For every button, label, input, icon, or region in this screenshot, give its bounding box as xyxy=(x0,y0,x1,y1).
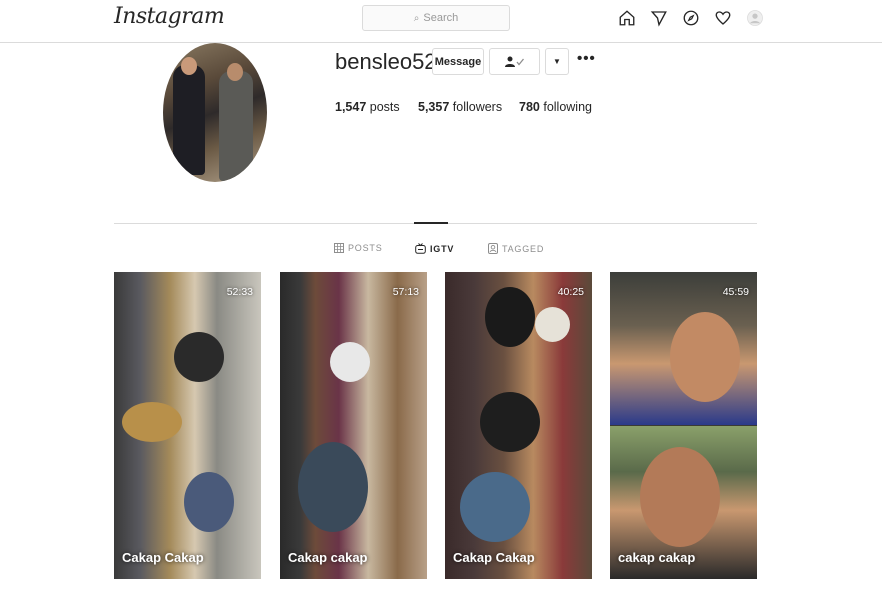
thumbnail-face xyxy=(640,447,720,547)
thumbnail-figure xyxy=(330,342,370,382)
thumbnail-figure xyxy=(122,402,182,442)
thumbnail-face xyxy=(670,312,740,402)
posts-count[interactable]: 1,547 posts xyxy=(335,100,400,114)
direct-icon[interactable] xyxy=(648,7,670,29)
explore-icon[interactable] xyxy=(680,7,702,29)
search-input[interactable]: ⌕ Search xyxy=(362,5,510,31)
activity-heart-icon[interactable] xyxy=(712,7,734,29)
igtv-video-thumbnail[interactable]: 45:59 cakap cakap xyxy=(610,272,757,579)
photo-person-left-head xyxy=(181,57,197,75)
photo-person-left xyxy=(173,65,205,175)
thumbnail-figure xyxy=(535,307,570,342)
following-count[interactable]: 780 following xyxy=(519,100,592,114)
igtv-video-thumbnail[interactable]: 57:13 Cakap cakap xyxy=(280,272,427,579)
thumbnail-figure xyxy=(460,472,530,542)
active-tab-indicator xyxy=(414,222,448,224)
video-duration: 52:33 xyxy=(226,286,253,298)
chevron-down-icon: ▼ xyxy=(553,57,561,66)
followers-count[interactable]: 5,357 followers xyxy=(418,100,502,114)
nav-icon-group xyxy=(616,6,766,30)
video-title: Cakap cakap xyxy=(288,550,368,565)
thumbnail-figure xyxy=(174,332,224,382)
profile-username: bensleo52 xyxy=(335,49,437,74)
video-title: cakap cakap xyxy=(618,550,696,565)
top-navigation-bar: Instagram ⌕ Search xyxy=(0,0,882,43)
suggested-dropdown-button[interactable]: ▼ xyxy=(545,48,569,75)
following-button[interactable] xyxy=(489,48,540,75)
message-button[interactable]: Message xyxy=(432,48,484,75)
tab-igtv[interactable]: IGTV xyxy=(415,243,454,254)
tab-posts[interactable]: POSTS xyxy=(334,243,383,253)
more-options-icon[interactable]: ••• xyxy=(577,50,596,67)
tab-tagged[interactable]: TAGGED xyxy=(488,243,544,254)
thumbnail-figure xyxy=(298,442,368,532)
video-duration: 57:13 xyxy=(392,286,419,298)
thumbnail-figure xyxy=(485,287,535,347)
igtv-icon xyxy=(415,243,426,254)
profile-avatar-icon[interactable] xyxy=(744,7,766,29)
search-placeholder: Search xyxy=(423,12,459,24)
thumbnail-figure xyxy=(184,472,234,532)
video-duration: 45:59 xyxy=(722,286,749,298)
search-icon: ⌕ xyxy=(413,12,420,24)
thumbnail-figure xyxy=(480,392,540,452)
photo-person-right xyxy=(219,71,253,181)
instagram-logo[interactable]: Instagram xyxy=(114,4,225,29)
profile-picture[interactable] xyxy=(163,43,267,182)
tagged-icon xyxy=(488,243,498,254)
video-title: Cakap Cakap xyxy=(453,550,535,565)
igtv-video-thumbnail[interactable]: 52:33 Cakap Cakap xyxy=(114,272,261,579)
photo-person-right-head xyxy=(227,63,243,81)
igtv-video-thumbnail[interactable]: 40:25 Cakap Cakap xyxy=(445,272,592,579)
video-title: Cakap Cakap xyxy=(122,550,204,565)
video-duration: 40:25 xyxy=(557,286,584,298)
home-icon[interactable] xyxy=(616,7,638,29)
grid-icon xyxy=(334,243,344,253)
user-check-icon xyxy=(504,56,524,67)
